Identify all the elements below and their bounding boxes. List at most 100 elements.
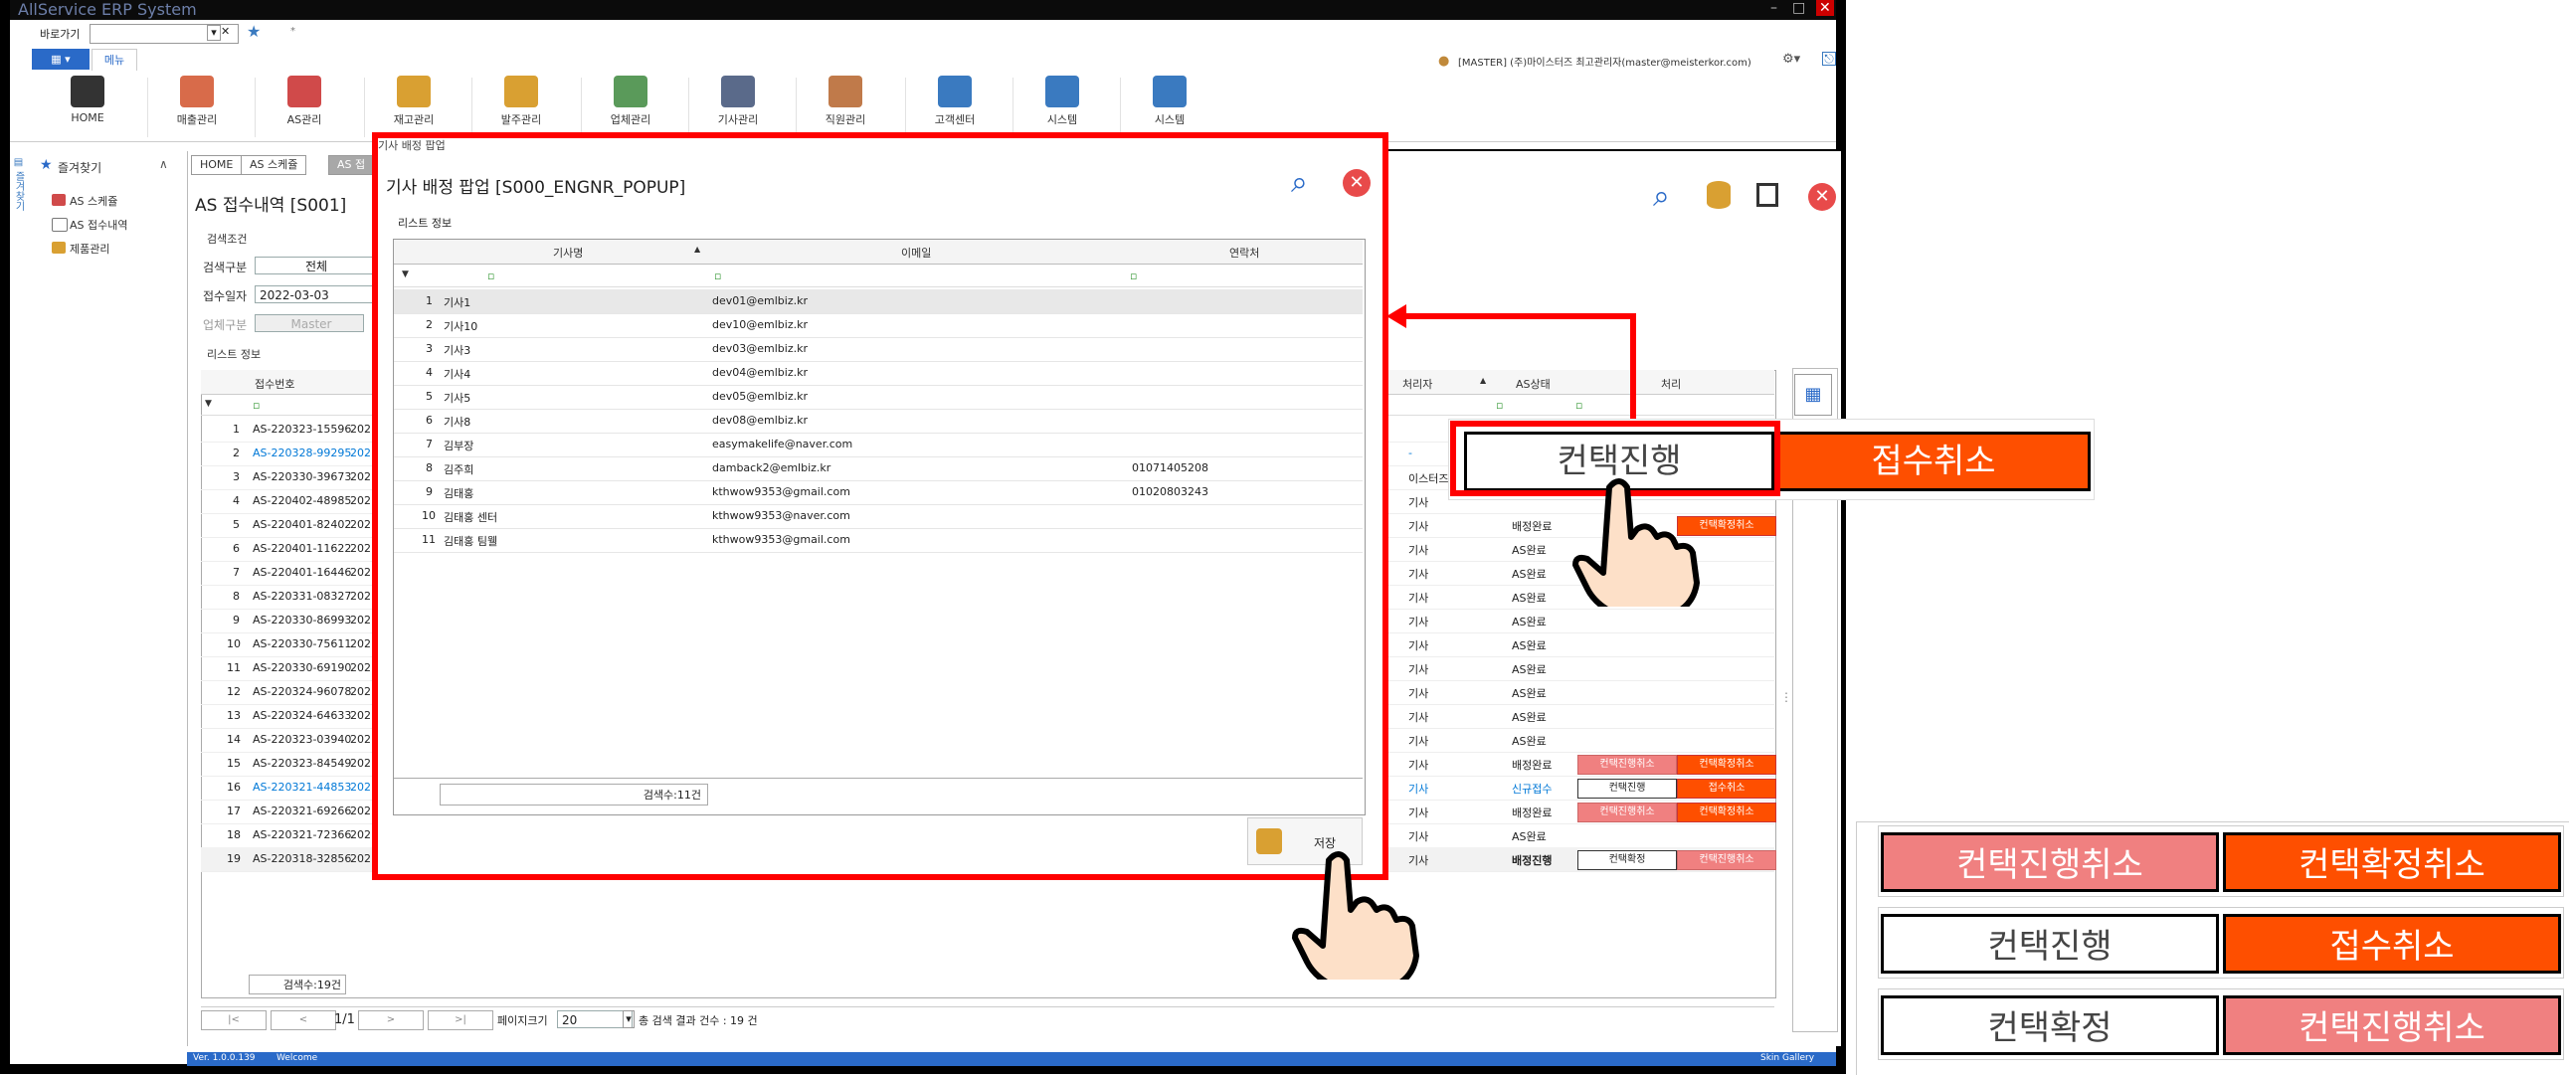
- filter-cell-icon[interactable]: ▫: [1130, 269, 1137, 282]
- sidebar-item-product[interactable]: 제품관리: [52, 241, 109, 257]
- as-status-cell: AS완료: [1512, 639, 1547, 652]
- ribbon-separator: [147, 78, 148, 137]
- col-process[interactable]: 처리: [1661, 376, 1681, 392]
- engineer-row[interactable]: 8 김주희 damback2@emlbiz.kr 01071405208: [394, 456, 1363, 481]
- dropdown-arrow-icon[interactable]: ▾: [623, 1010, 635, 1028]
- ribbon-button-2[interactable]: AS관리: [265, 76, 344, 127]
- filter-icon[interactable]: ▼: [205, 399, 212, 409]
- legend-button-1[interactable]: 컨택확정: [1881, 995, 2219, 1055]
- pager-first-button[interactable]: |<: [201, 1010, 267, 1030]
- ribbon-button-5[interactable]: 업체관리: [591, 76, 670, 127]
- logout-icon[interactable]: ⎋: [1822, 52, 1836, 66]
- ribbon-button-6[interactable]: 기사관리: [698, 76, 778, 127]
- maximize-icon[interactable]: □: [1792, 0, 1805, 16]
- row-number: 15: [227, 757, 241, 770]
- popup-close-icon[interactable]: ✕: [1343, 169, 1371, 197]
- email-cell: dev04@emlbiz.kr: [712, 366, 808, 379]
- ribbon-button-0[interactable]: HOME: [48, 76, 127, 124]
- as-status-cell: AS완료: [1512, 735, 1547, 748]
- tab-as-receipt[interactable]: AS 접: [328, 155, 375, 175]
- handler-cell: 기사: [1408, 759, 1429, 772]
- search-type-select[interactable]: 전체: [255, 257, 374, 274]
- clear-icon[interactable]: ✕: [221, 25, 230, 38]
- sidebar-item-label: AS 접수내역: [70, 219, 128, 232]
- tab-menu[interactable]: 메뉴: [92, 49, 137, 71]
- ribbon-button-9[interactable]: 시스템: [1022, 76, 1102, 127]
- engineer-row[interactable]: 7 김부장 easymakelife@naver.com: [394, 433, 1363, 457]
- engineer-row[interactable]: 2 기사10 dev10@emlbiz.kr: [394, 313, 1363, 338]
- legend-button-2[interactable]: 접수취소: [2223, 914, 2561, 974]
- pager-total: 총 검색 결과 건수 : 19 건: [639, 1014, 758, 1027]
- process-button-2[interactable]: 컨택확정취소: [1677, 803, 1776, 822]
- filter-cell-icon[interactable]: ▫: [714, 269, 721, 282]
- search-view-icon[interactable]: ⌕: [1653, 179, 1670, 214]
- splitter-handle-icon[interactable]: ⋮: [1780, 690, 1792, 704]
- col-receipt-no[interactable]: 접수번호: [255, 376, 294, 392]
- process-button-1[interactable]: 컨택진행: [1577, 779, 1677, 799]
- ribbon-separator: [905, 78, 906, 137]
- collapse-chevron-icon[interactable]: ∧: [159, 157, 168, 171]
- sidebar-item-as-schedule[interactable]: AS 스케쥴: [52, 193, 117, 209]
- cancel-receipt-button[interactable]: 접수취소: [1776, 432, 2091, 491]
- ribbon-button-4[interactable]: 발주관리: [481, 76, 561, 127]
- receipt-date-input[interactable]: 2022-03-03: [255, 285, 374, 303]
- sidebar-item-as-receipt[interactable]: AS 접수내역: [52, 217, 128, 233]
- pager-last-button[interactable]: >|: [428, 1010, 493, 1030]
- ribbon-button-label: 매출관리: [176, 113, 218, 126]
- date-cell: 202: [350, 733, 371, 746]
- ribbon-button-3[interactable]: 재고관리: [374, 76, 454, 127]
- col-engineer-name[interactable]: 기사명: [553, 245, 583, 261]
- engineer-row[interactable]: 6 기사8 dev08@emlbiz.kr: [394, 409, 1363, 434]
- db-add-icon[interactable]: [1707, 181, 1731, 209]
- filter-icon[interactable]: ▼: [402, 269, 409, 279]
- ribbon-button-8[interactable]: 고객센터: [915, 76, 995, 127]
- sidebar-vertical-tab[interactable]: ▤ 즐겨찾기: [12, 157, 26, 247]
- ribbon-button-7[interactable]: 직원관리: [806, 76, 885, 127]
- process-button-1[interactable]: 컨택진행취소: [1577, 803, 1677, 822]
- favorite-star-icon[interactable]: ★: [247, 22, 261, 41]
- engineer-row[interactable]: 9 김태홍 kthwow9353@gmail.com 01020803243: [394, 480, 1363, 505]
- engineer-row[interactable]: 4 기사4 dev04@emlbiz.kr: [394, 361, 1363, 386]
- close-window-icon[interactable]: ✕: [1816, 0, 1834, 16]
- engineer-row[interactable]: 3 기사3 dev03@emlbiz.kr: [394, 337, 1363, 362]
- save-disk-icon[interactable]: [1756, 183, 1778, 207]
- engineer-row[interactable]: 10 김태홍 센터 kthwow9353@naver.com: [394, 504, 1363, 529]
- process-button-2[interactable]: 컨택진행취소: [1677, 850, 1776, 870]
- skin-gallery-button[interactable]: Skin Gallery: [1760, 1053, 1814, 1063]
- legend-button-2[interactable]: 컨택확정취소: [2223, 832, 2561, 892]
- pager-next-button[interactable]: >: [358, 1010, 424, 1030]
- as-status-cell: AS완료: [1512, 544, 1547, 557]
- legend-button-2[interactable]: 컨택진행취소: [2223, 995, 2561, 1055]
- engineer-row[interactable]: 11 김태홍 팀웰 kthwow9353@gmail.com: [394, 528, 1363, 553]
- ribbon-button-10[interactable]: 시스템: [1130, 76, 1209, 127]
- page-size-label: 페이지크기: [497, 1014, 548, 1027]
- close-page-icon[interactable]: ✕: [1808, 183, 1836, 211]
- row-number: 7: [426, 438, 433, 450]
- window-title: AllService ERP System: [18, 0, 197, 19]
- filter-cell-icon[interactable]: ▫: [253, 399, 260, 412]
- page-size-select[interactable]: 20: [557, 1010, 633, 1028]
- legend-button-1[interactable]: 컨택진행취소: [1881, 832, 2219, 892]
- app-menu-button[interactable]: ▦ ▾: [32, 49, 90, 70]
- engineer-row[interactable]: 1 기사1 dev01@emlbiz.kr: [394, 289, 1363, 314]
- order-icon: [504, 76, 538, 107]
- process-button-2[interactable]: 컨택확정취소: [1677, 755, 1776, 775]
- process-button-2[interactable]: 접수취소: [1677, 779, 1776, 799]
- pager-prev-button[interactable]: <: [271, 1010, 336, 1030]
- col-phone[interactable]: 연락처: [1229, 245, 1259, 261]
- process-button-1[interactable]: 컨택진행취소: [1577, 755, 1677, 775]
- system-doc-icon: [1045, 76, 1079, 107]
- popup-search-icon[interactable]: ⌕: [1291, 165, 1308, 200]
- col-email[interactable]: 이메일: [901, 245, 931, 261]
- legend-button-1[interactable]: 컨택진행: [1881, 914, 2219, 974]
- settings-gear-icon[interactable]: ⚙▾: [1782, 52, 1800, 67]
- engineer-row[interactable]: 5 기사5 dev05@emlbiz.kr: [394, 385, 1363, 410]
- tab-as-schedule[interactable]: AS 스케쥴: [241, 155, 307, 175]
- minimize-icon[interactable]: –: [1770, 0, 1777, 16]
- ribbon-button-1[interactable]: 매출관리: [157, 76, 237, 127]
- filter-cell-icon[interactable]: ▫: [487, 269, 494, 282]
- ribbon-separator: [1012, 78, 1013, 137]
- process-button-1[interactable]: 컨택확정: [1577, 850, 1677, 870]
- tab-home[interactable]: HOME: [191, 155, 243, 175]
- dropdown-arrow-icon[interactable]: ▾: [207, 25, 221, 41]
